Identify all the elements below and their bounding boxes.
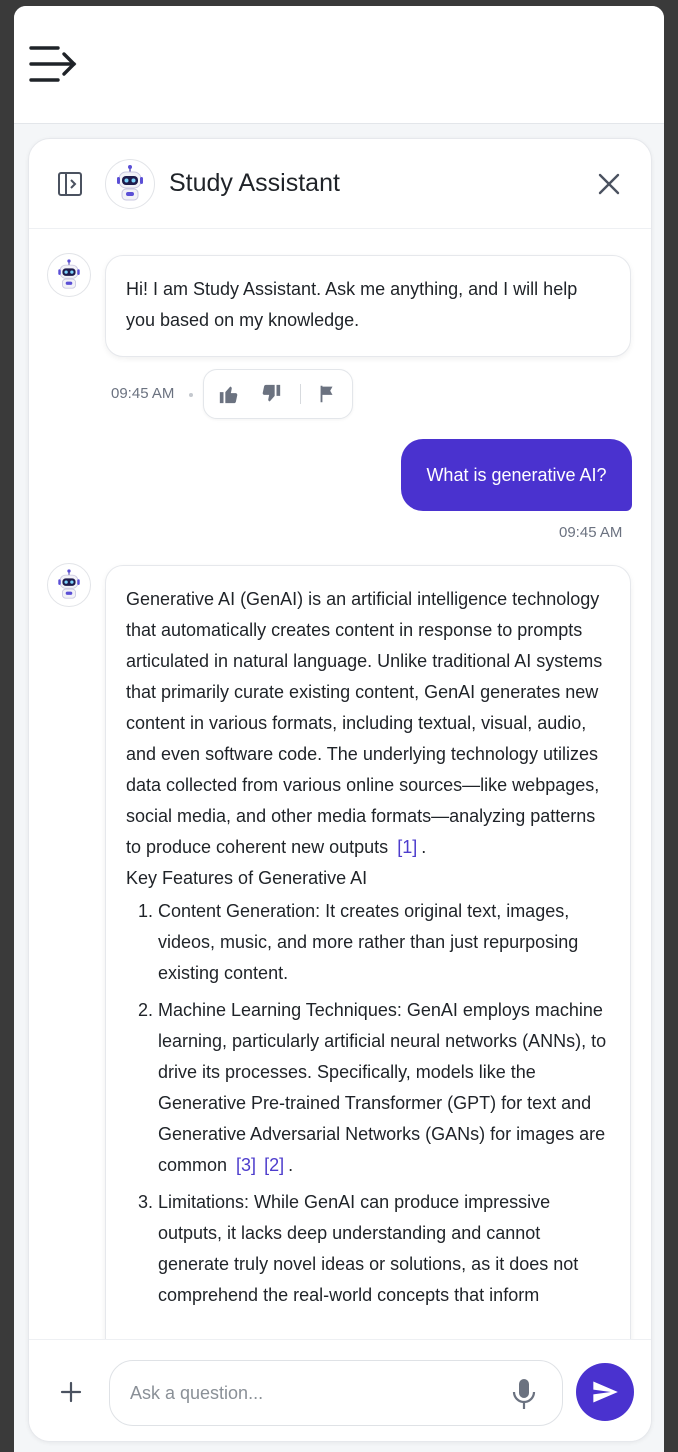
assistant-avatar: [105, 159, 155, 209]
bot-message: Hi! I am Study Assistant. Ask me anythin…: [105, 255, 631, 357]
list-item: Limitations: While GenAI can produce imp…: [158, 1187, 610, 1311]
citation-link[interactable]: [2]: [264, 1155, 284, 1175]
feedback-bar: [203, 369, 353, 419]
separator-dot: [189, 393, 193, 397]
citation-link[interactable]: [1]: [397, 837, 417, 857]
citation-link[interactable]: [3]: [236, 1155, 256, 1175]
chat-panel: Study Assistant Hi! I am Study Assistant…: [28, 138, 652, 1442]
panel-title: Study Assistant: [169, 169, 340, 197]
robot-icon: [58, 569, 80, 599]
thumbs-up-icon[interactable]: [218, 383, 240, 405]
close-icon[interactable]: [597, 172, 621, 196]
robot-icon: [117, 165, 143, 201]
plus-icon[interactable]: [59, 1380, 83, 1404]
question-input[interactable]: [130, 1377, 490, 1409]
list-item: Content Generation: It creates original …: [158, 896, 610, 989]
bot-answer-message: Generative AI (GenAI) is an artificial i…: [105, 565, 631, 1441]
top-bar: [14, 6, 664, 124]
features-list: Content Generation: It creates original …: [126, 896, 610, 1311]
send-button[interactable]: [576, 1363, 634, 1421]
flag-icon[interactable]: [316, 383, 338, 405]
send-icon: [593, 1381, 618, 1403]
message-timestamp: 09:45 AM: [111, 385, 175, 402]
sidebar-toggle-icon[interactable]: [57, 171, 83, 197]
microphone-icon[interactable]: [510, 1377, 538, 1411]
message-text: What is generative AI?: [426, 464, 607, 485]
feedback-divider: [300, 384, 301, 404]
chat-header: Study Assistant: [29, 139, 651, 229]
bot-avatar: [47, 253, 91, 297]
message-text: Hi! I am Study Assistant. Ask me anythin…: [126, 279, 578, 330]
question-input-wrapper: [109, 1360, 563, 1426]
answer-intro: Generative AI (GenAI) is an artificial i…: [126, 589, 603, 857]
message-timestamp: 09:45 AM: [559, 524, 623, 541]
menu-arrow-icon[interactable]: [28, 42, 80, 86]
features-heading: Key Features of Generative AI: [126, 868, 368, 888]
app-window: Study Assistant Hi! I am Study Assistant…: [14, 6, 664, 1452]
thumbs-down-icon[interactable]: [260, 383, 282, 405]
bot-avatar: [47, 563, 91, 607]
message-composer: [29, 1339, 651, 1441]
robot-icon: [58, 259, 80, 289]
list-item: Machine Learning Techniques: GenAI emplo…: [158, 995, 610, 1181]
user-message: What is generative AI?: [401, 439, 632, 511]
